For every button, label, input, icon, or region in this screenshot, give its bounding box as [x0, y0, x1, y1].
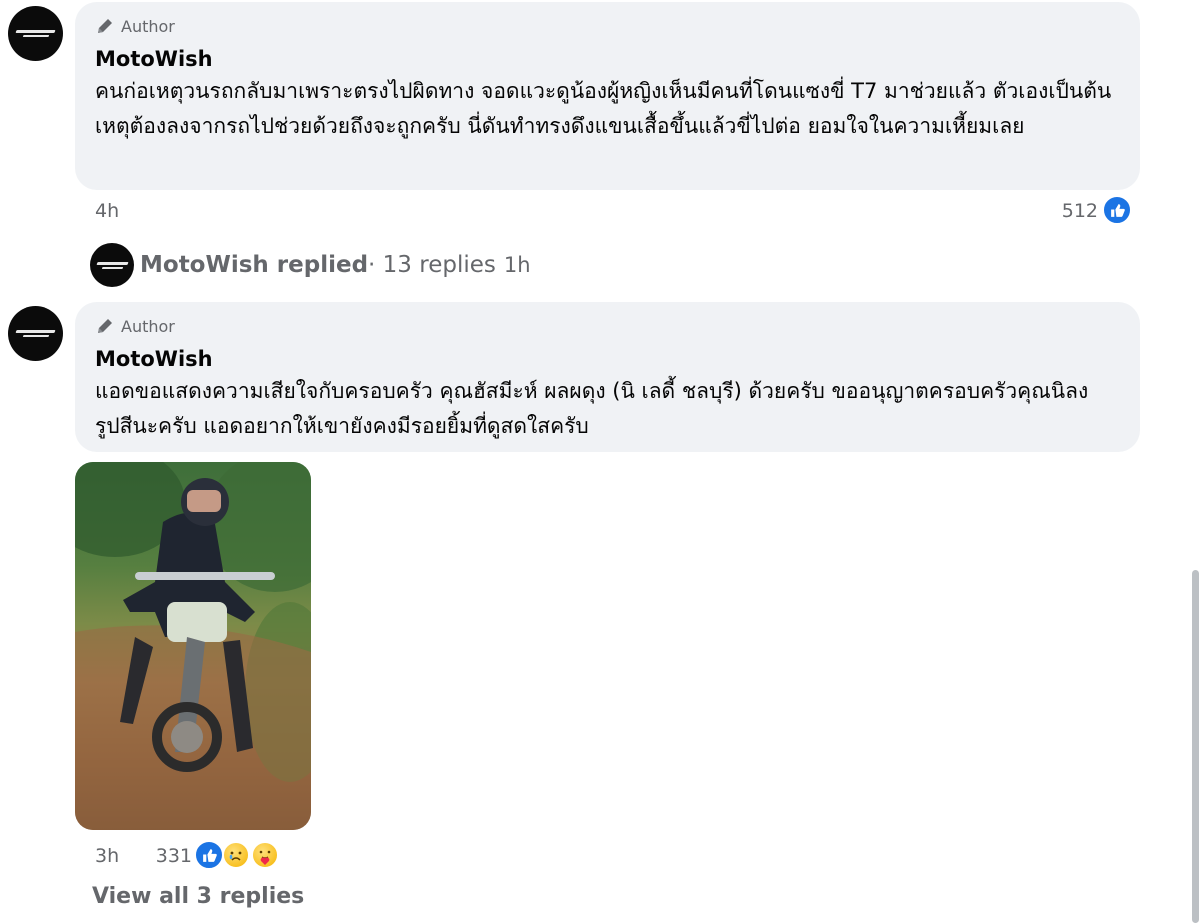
view-all-replies-link[interactable]: View all 3 replies	[92, 884, 304, 909]
author-badge-label: Author	[121, 316, 175, 336]
thumbs-up-icon[interactable]	[1102, 195, 1132, 225]
sad-emoji-icon[interactable]	[222, 841, 250, 869]
thumbs-up-icon[interactable]	[194, 840, 224, 870]
scrollbar[interactable]	[1192, 570, 1199, 923]
reply-time: 1h	[503, 253, 531, 277]
avatar[interactable]	[8, 6, 63, 61]
replied-label: MotoWish replied	[140, 252, 369, 278]
reaction-count[interactable]: 512	[1040, 200, 1098, 222]
commenter-name[interactable]: MotoWish	[95, 347, 213, 371]
comment-bubble: Author MotoWish คนก่อเหตุวนรถกลับมาเพราะ…	[75, 2, 1140, 190]
pencil-icon	[98, 319, 112, 333]
comment-text: คนก่อเหตุวนรถกลับมาเพราะตรงไปผิดทาง จอดแ…	[95, 79, 1112, 138]
comment-timestamp[interactable]: 4h	[95, 200, 119, 222]
avatar[interactable]	[8, 306, 63, 361]
author-badge: Author	[95, 16, 175, 36]
care-emoji-icon[interactable]	[251, 841, 279, 869]
author-badge: Author	[95, 316, 175, 336]
author-badge-label: Author	[121, 16, 175, 36]
pencil-icon	[98, 19, 112, 33]
comment-photo[interactable]	[75, 462, 311, 830]
reply-count: · 13 replies	[368, 252, 496, 278]
comment-timestamp[interactable]: 3h	[95, 845, 119, 867]
comment-bubble: Author MotoWish แอดขอแสดงความเสียใจกับคร…	[75, 302, 1140, 452]
reaction-count[interactable]: 331	[150, 845, 192, 867]
commenter-name[interactable]: MotoWish	[95, 47, 213, 71]
view-replies-link[interactable]: MotoWish replied · 13 replies 1h	[90, 243, 531, 287]
comment-text: แอดขอแสดงความเสียใจกับครอบครัว คุณฮัสมีะ…	[95, 379, 1089, 438]
